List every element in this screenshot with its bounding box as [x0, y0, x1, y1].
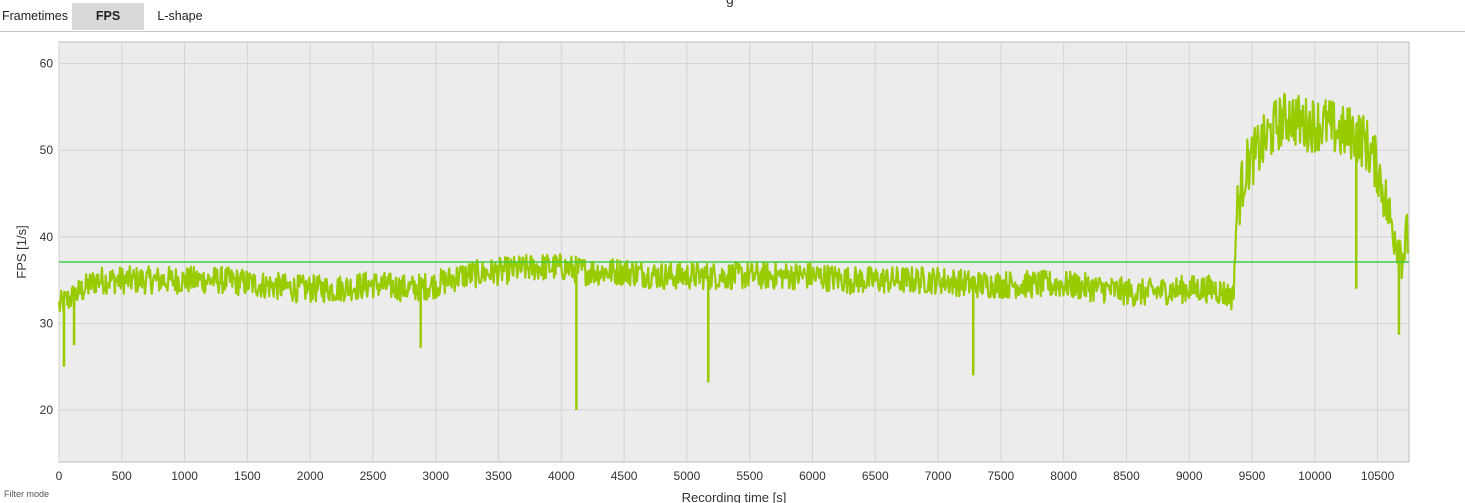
x-tick-label: 8000 [1050, 469, 1077, 483]
x-tick-label: 7000 [925, 469, 952, 483]
x-tick-label: 2500 [360, 469, 387, 483]
x-tick-label: 4500 [611, 469, 638, 483]
x-tick-label: 4000 [548, 469, 575, 483]
x-tick-label: 2000 [297, 469, 324, 483]
plot-area [58, 41, 1410, 463]
x-tick-label: 0 [56, 469, 63, 483]
x-tick-label: 5000 [674, 469, 701, 483]
x-tick-label: 9500 [1239, 469, 1266, 483]
x-tick-label: 7500 [988, 469, 1015, 483]
x-tick-label: 500 [112, 469, 132, 483]
x-tick-label: 8500 [1113, 469, 1140, 483]
y-tick-label: 60 [40, 57, 54, 71]
tab-frametimes[interactable]: Frametimes [0, 3, 70, 30]
tab-l-shape[interactable]: L-shape [146, 3, 214, 30]
x-tick-label: 3000 [422, 469, 449, 483]
x-axis-label: Recording time [s] [682, 490, 787, 503]
y-axis-label: FPS [1/s] [14, 225, 29, 278]
x-tick-label: 6000 [799, 469, 826, 483]
filter-mode-label: Filter mode [4, 489, 50, 499]
y-tick-label: 40 [40, 230, 54, 244]
x-tick-label: 3500 [485, 469, 512, 483]
x-tick-label: 9000 [1176, 469, 1203, 483]
x-tick-label: 10500 [1361, 469, 1395, 483]
x-tick-label: 1500 [234, 469, 261, 483]
page-title-fragment: g [726, 0, 734, 7]
x-tick-label: 6500 [862, 469, 889, 483]
y-tick-label: 30 [40, 316, 54, 330]
tab-fps[interactable]: FPS [72, 3, 144, 30]
y-tick-label: 20 [40, 403, 54, 417]
x-tick-label: 5500 [736, 469, 763, 483]
x-tick-label: 1000 [171, 469, 198, 483]
fps-chart: 0 500 1000 1500 2000 2500 3000 3500 4000 4500 5000… [14, 41, 1410, 503]
y-tick-label: 50 [40, 143, 54, 157]
x-tick-label: 10000 [1298, 469, 1332, 483]
